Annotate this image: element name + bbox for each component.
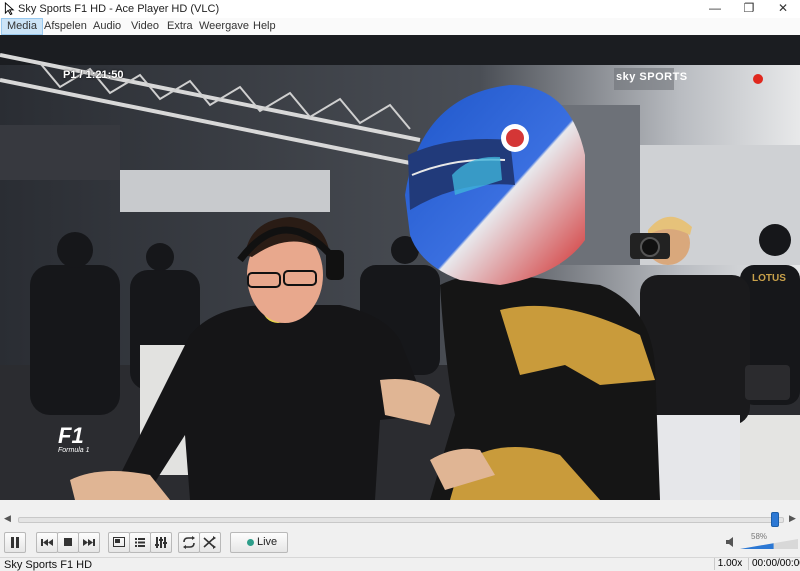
fullscreen-icon xyxy=(113,537,125,547)
volume-speaker-icon[interactable] xyxy=(725,536,739,548)
close-button[interactable]: ✕ xyxy=(766,0,800,18)
seek-bar[interactable] xyxy=(18,517,784,523)
equalizer-icon xyxy=(155,537,167,548)
fullscreen-button[interactable] xyxy=(108,532,130,553)
playlist-button[interactable] xyxy=(129,532,151,553)
status-bar: Sky Sports F1 HD 1.00x 00:00/00:00 xyxy=(0,557,800,571)
status-media-title: Sky Sports F1 HD xyxy=(4,559,93,571)
title-bar: Sky Sports F1 HD - Ace Player HD (VLC) —… xyxy=(0,0,800,18)
series-logo: F1 Formula 1 xyxy=(58,423,90,455)
menu-media[interactable]: Media xyxy=(1,18,43,35)
menu-bar: Media Afspelen Audio Video Extra Weergav… xyxy=(0,18,800,35)
shuffle-button[interactable] xyxy=(199,532,221,553)
playback-rate[interactable]: 1.00x xyxy=(714,558,745,570)
menu-audio[interactable]: Audio xyxy=(88,19,126,34)
live-label: Live xyxy=(257,536,278,548)
video-frame xyxy=(0,35,800,500)
channel-logo: sky SPORTS xyxy=(616,71,688,83)
skip-next-icon xyxy=(83,539,95,546)
time-display[interactable]: 00:00/00:00 xyxy=(748,558,800,570)
previous-button[interactable] xyxy=(36,532,58,553)
recording-indicator-icon xyxy=(753,74,763,84)
playback-controls: Live 58% xyxy=(0,528,800,556)
live-button[interactable]: Live xyxy=(230,532,288,553)
menu-weergave[interactable]: Weergave xyxy=(194,19,254,34)
seek-forward-arrow-icon[interactable]: ▶ xyxy=(789,513,796,524)
extended-settings-button[interactable] xyxy=(150,532,172,553)
live-indicator-icon xyxy=(247,539,254,546)
lotus-text: LOTUS xyxy=(752,273,786,284)
loop-button[interactable] xyxy=(178,532,200,553)
stop-icon xyxy=(64,538,72,546)
menu-video[interactable]: Video xyxy=(126,19,164,34)
series-logo-sub: Formula 1 xyxy=(58,447,90,454)
skip-previous-icon xyxy=(41,539,53,546)
video-bottom-gap xyxy=(0,500,800,512)
stop-button[interactable] xyxy=(57,532,79,553)
menu-extra[interactable]: Extra xyxy=(162,19,198,34)
loop-icon xyxy=(183,536,195,549)
minimize-button[interactable]: — xyxy=(698,0,732,18)
restore-button[interactable]: ❐ xyxy=(732,0,766,18)
cursor-arrow-icon xyxy=(4,2,15,15)
seek-back-arrow-icon[interactable]: ◀ xyxy=(4,513,11,524)
playlist-icon xyxy=(135,538,145,547)
window-title: Sky Sports F1 HD - Ace Player HD (VLC) xyxy=(18,3,220,15)
series-logo-main: F1 xyxy=(58,423,84,448)
next-button[interactable] xyxy=(78,532,100,553)
shuffle-icon xyxy=(203,536,216,549)
volume-slider[interactable] xyxy=(740,539,798,549)
menu-help[interactable]: Help xyxy=(248,19,281,34)
pause-button[interactable] xyxy=(4,532,26,553)
seek-bar-row: ◀ ▶ xyxy=(0,512,800,527)
video-area[interactable]: P1 / 1:21:50 sky SPORTS LOTUS F1 Formula… xyxy=(0,35,800,500)
pause-icon xyxy=(11,537,19,548)
seek-handle[interactable] xyxy=(771,512,780,527)
menu-afspelen[interactable]: Afspelen xyxy=(39,19,92,34)
video-time-overlay: P1 / 1:21:50 xyxy=(63,69,124,81)
